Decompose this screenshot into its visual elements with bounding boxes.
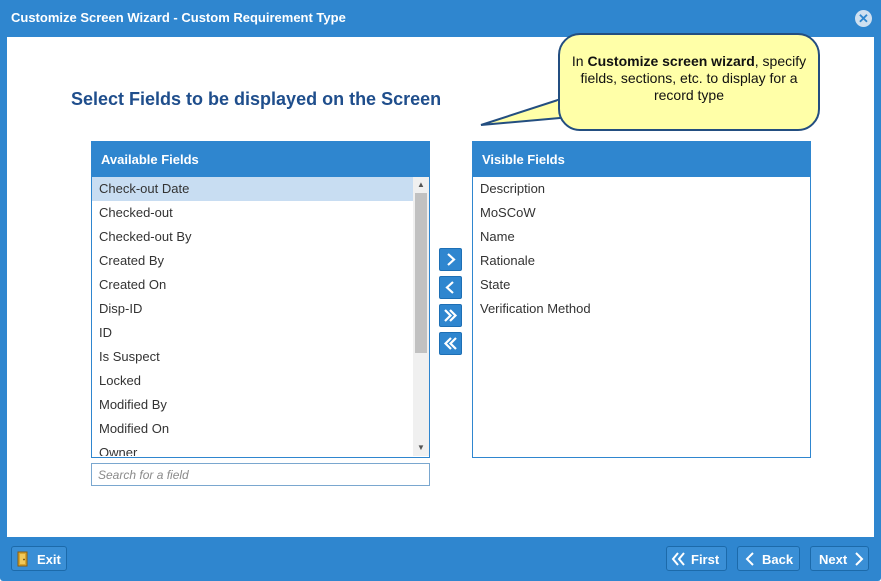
- window-title: Customize Screen Wizard - Custom Require…: [11, 10, 346, 25]
- chevron-right-icon: [447, 253, 456, 266]
- wizard-content: Select Fields to be displayed on the Scr…: [7, 33, 874, 537]
- list-scrollbar[interactable]: ▲ ▼: [413, 177, 429, 456]
- list-item[interactable]: Modified On: [92, 417, 429, 441]
- list-item[interactable]: State: [473, 273, 810, 297]
- remove-all-fields-button[interactable]: [439, 332, 462, 355]
- exit-door-icon: [17, 551, 28, 567]
- exit-label: Exit: [37, 552, 61, 567]
- list-item[interactable]: Disp-ID: [92, 297, 429, 321]
- list-item[interactable]: Is Suspect: [92, 345, 429, 369]
- list-item[interactable]: Locked: [92, 369, 429, 393]
- wizard-dialog: Customize Screen Wizard - Custom Require…: [0, 0, 881, 581]
- double-chevron-right-icon: [444, 309, 458, 322]
- list-item[interactable]: Verification Method: [473, 297, 810, 321]
- visible-fields-header: Visible Fields: [473, 142, 810, 177]
- scroll-down-arrow-icon[interactable]: ▼: [413, 440, 429, 456]
- scroll-thumb[interactable]: [415, 193, 427, 353]
- available-fields-panel: Available Fields Check-out Date Checked-…: [91, 141, 430, 458]
- first-button[interactable]: First: [666, 546, 727, 571]
- list-item[interactable]: Check-out Date: [92, 177, 429, 201]
- list-item[interactable]: Owner: [92, 441, 429, 456]
- remove-field-button[interactable]: [439, 276, 462, 299]
- chevron-right-icon: [855, 552, 864, 566]
- chevron-left-icon: [445, 281, 454, 294]
- list-item[interactable]: Created By: [92, 249, 429, 273]
- close-icon[interactable]: ✕: [855, 10, 872, 27]
- exit-button[interactable]: Exit: [11, 546, 67, 571]
- scroll-up-arrow-icon[interactable]: ▲: [413, 177, 429, 193]
- double-chevron-left-icon: [671, 552, 685, 566]
- list-item[interactable]: Modified By: [92, 393, 429, 417]
- first-label: First: [691, 552, 720, 567]
- double-chevron-left-icon: [443, 337, 457, 350]
- back-button[interactable]: Back: [737, 546, 800, 571]
- visible-fields-list[interactable]: Description MoSCoW Name Rationale State …: [473, 177, 810, 456]
- back-label: Back: [762, 552, 794, 567]
- search-field-input[interactable]: [91, 463, 430, 486]
- page-heading: Select Fields to be displayed on the Scr…: [71, 89, 442, 109]
- add-all-fields-button[interactable]: [439, 304, 462, 327]
- available-fields-header: Available Fields: [92, 142, 429, 177]
- next-button[interactable]: Next: [810, 546, 869, 571]
- list-item[interactable]: Checked-out By: [92, 225, 429, 249]
- next-label: Next: [819, 552, 848, 567]
- callout-bold: Customize screen wizard: [587, 53, 755, 69]
- list-item[interactable]: Rationale: [473, 249, 810, 273]
- list-item[interactable]: Checked-out: [92, 201, 429, 225]
- list-item[interactable]: Name: [473, 225, 810, 249]
- list-item[interactable]: MoSCoW: [473, 201, 810, 225]
- visible-fields-panel: Visible Fields Description MoSCoW Name R…: [472, 141, 811, 458]
- list-item[interactable]: Description: [473, 177, 810, 201]
- tip-callout: In Customize screen wizard, specify fiel…: [558, 33, 820, 131]
- title-bar: Customize Screen Wizard - Custom Require…: [0, 0, 881, 37]
- list-item[interactable]: Created On: [92, 273, 429, 297]
- list-item[interactable]: ID: [92, 321, 429, 345]
- chevron-left-icon: [745, 552, 754, 566]
- add-field-button[interactable]: [439, 248, 462, 271]
- callout-prefix: In: [571, 53, 588, 69]
- available-fields-list[interactable]: Check-out Date Checked-out Checked-out B…: [92, 177, 429, 456]
